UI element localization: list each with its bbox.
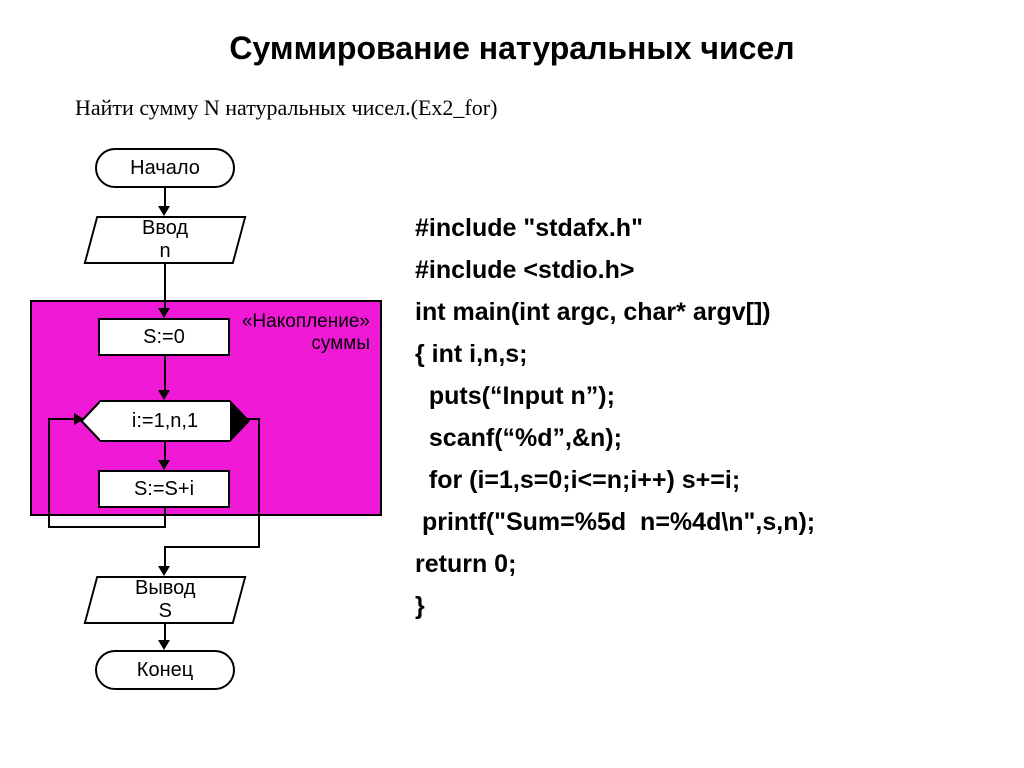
start-node: Начало: [95, 148, 235, 188]
accumulation-label: «Накопление» суммы: [230, 311, 370, 355]
body-label: S:=S+i: [134, 478, 194, 501]
body-node: S:=S+i: [98, 470, 230, 508]
loop-label: i:=1,n,1: [132, 410, 198, 433]
code-line: }: [415, 592, 425, 620]
output-label: Вывод S: [135, 577, 195, 623]
subtitle: Найти сумму N натуральных чисел.(Ex2_for…: [75, 95, 497, 121]
input-node: Ввод n: [84, 216, 247, 264]
code-line: puts(“Input n”);: [415, 382, 615, 410]
code-line: #include <stdio.h>: [415, 256, 635, 284]
start-label: Начало: [130, 157, 200, 180]
flowchart: «Накопление» суммы Начало Ввод n S:=0 i:…: [30, 148, 390, 708]
code-line: #include "stdafx.h": [415, 214, 643, 242]
page-title: Суммирование натуральных чисел: [0, 30, 1024, 67]
code-line: int main(int argc, char* argv[]): [415, 298, 771, 326]
code-line: for (i=1,s=0;i<=n;i++) s+=i;: [415, 466, 740, 494]
init-node: S:=0: [98, 318, 230, 356]
code-line: printf("Sum=%5d n=%4d\n",s,n);: [415, 508, 815, 536]
code-line: { int i,n,s;: [415, 340, 528, 368]
loop-node: i:=1,n,1: [100, 400, 230, 442]
end-label: Конец: [137, 659, 193, 682]
end-node: Конец: [95, 650, 235, 690]
accum-label-line1: «Накопление»: [242, 311, 370, 332]
code-block: #include "stdafx.h" #include <stdio.h> i…: [415, 165, 815, 627]
code-line: scanf(“%d”,&n);: [415, 424, 622, 452]
accum-label-line2: суммы: [311, 333, 370, 354]
output-node: Вывод S: [84, 576, 247, 624]
input-label: Ввод n: [142, 217, 188, 263]
code-line: return 0;: [415, 550, 516, 578]
init-label: S:=0: [143, 326, 185, 349]
